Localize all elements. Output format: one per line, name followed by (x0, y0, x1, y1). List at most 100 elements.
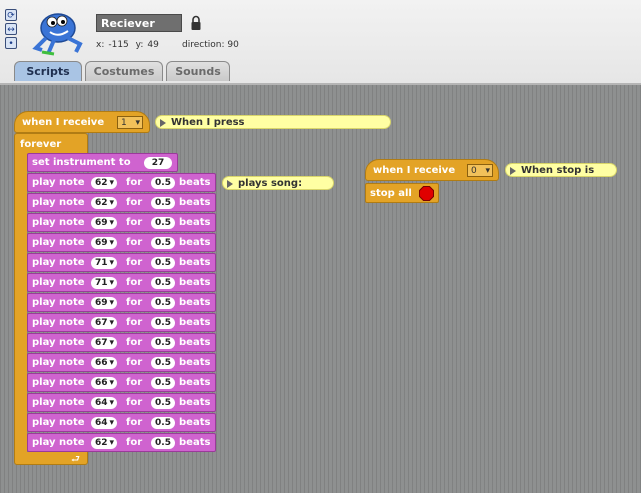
comment-note[interactable]: When I press (155, 115, 391, 129)
play-note-label: play note (32, 177, 85, 188)
play-note-block[interactable]: play note 66 for 0.5 beats (27, 373, 216, 392)
play-note-label: play note (32, 197, 85, 208)
note-dropdown[interactable]: 62 (91, 177, 117, 189)
play-note-block[interactable]: play note 69 for 0.5 beats (27, 233, 216, 252)
for-label: for (126, 437, 143, 448)
beats-field[interactable]: 0.5 (151, 397, 175, 409)
loop-arrow-icon: ⮐ (71, 454, 80, 465)
play-note-block[interactable]: play note 62 for 0.5 beats (27, 193, 216, 212)
sprite-header: ⟳ ↔ • Reciever x: -115 y: 49 direction: 90… (0, 0, 641, 83)
note-dropdown[interactable]: 66 (91, 377, 117, 389)
note-dropdown[interactable]: 66 (91, 357, 117, 369)
beats-label: beats (179, 277, 211, 288)
when-i-receive-hat-block-2[interactable]: when I receive 0 (365, 159, 499, 181)
for-label: for (126, 397, 143, 408)
beats-field[interactable]: 0.5 (151, 337, 175, 349)
beats-field[interactable]: 0.5 (151, 177, 175, 189)
for-label: for (126, 277, 143, 288)
play-note-block[interactable]: play note 62 for 0.5 beats (27, 433, 216, 452)
play-note-label: play note (32, 397, 85, 408)
set-instrument-block[interactable]: set instrument to 27 (27, 153, 178, 172)
note-dropdown[interactable]: 67 (91, 317, 117, 329)
play-note-label: play note (32, 277, 85, 288)
play-note-label: play note (32, 377, 85, 388)
collapse-triangle-icon[interactable] (510, 167, 516, 175)
message-dropdown[interactable]: 0 (467, 164, 493, 178)
comment-note-song[interactable]: plays song: (222, 176, 334, 190)
play-note-label: play note (32, 297, 85, 308)
beats-label: beats (179, 437, 211, 448)
instrument-field[interactable]: 27 (144, 157, 172, 169)
play-note-block[interactable]: play note 69 for 0.5 beats (27, 213, 216, 232)
beats-field[interactable]: 0.5 (151, 377, 175, 389)
message-dropdown[interactable]: 1 (117, 116, 143, 130)
note-dropdown[interactable]: 64 (91, 397, 117, 409)
play-note-label: play note (32, 237, 85, 248)
beats-label: beats (179, 177, 211, 188)
beats-field[interactable]: 0.5 (151, 277, 175, 289)
play-note-block[interactable]: play note 64 for 0.5 beats (27, 393, 216, 412)
note-dropdown[interactable]: 62 (91, 197, 117, 209)
lock-icon[interactable] (190, 15, 202, 31)
play-note-block[interactable]: play note 67 for 0.5 beats (27, 313, 216, 332)
sprite-thumbnail[interactable] (28, 8, 84, 56)
tab-sounds[interactable]: Sounds (166, 61, 230, 81)
collapse-triangle-icon[interactable] (227, 180, 233, 188)
beats-label: beats (179, 337, 211, 348)
note-dropdown[interactable]: 69 (91, 237, 117, 249)
play-note-block[interactable]: play note 67 for 0.5 beats (27, 333, 216, 352)
stop-all-block[interactable]: stop all (365, 183, 439, 203)
beats-label: beats (179, 257, 211, 268)
play-note-block[interactable]: play note 66 for 0.5 beats (27, 353, 216, 372)
beats-field[interactable]: 0.5 (151, 237, 175, 249)
rotate-can-rotate-icon[interactable]: ⟳ (5, 9, 17, 21)
for-label: for (126, 317, 143, 328)
play-note-block[interactable]: play note 69 for 0.5 beats (27, 293, 216, 312)
beats-label: beats (179, 397, 211, 408)
beats-field[interactable]: 0.5 (151, 297, 175, 309)
note-dropdown[interactable]: 71 (91, 257, 117, 269)
rotate-left-right-icon[interactable]: ↔ (5, 23, 17, 35)
play-note-block[interactable]: play note 71 for 0.5 beats (27, 253, 216, 272)
rotate-dont-rotate-icon[interactable]: • (5, 37, 17, 49)
beats-field[interactable]: 0.5 (151, 257, 175, 269)
note-dropdown[interactable]: 62 (91, 437, 117, 449)
beats-field[interactable]: 0.5 (151, 317, 175, 329)
beats-field[interactable]: 0.5 (151, 357, 175, 369)
note-dropdown[interactable]: 69 (91, 297, 117, 309)
comment-note-stop[interactable]: When stop is (505, 163, 617, 177)
play-note-block[interactable]: play note 64 for 0.5 beats (27, 413, 216, 432)
x-value: -115 (108, 40, 129, 50)
sprite-name-field[interactable]: Reciever (96, 14, 182, 32)
for-label: for (126, 417, 143, 428)
note-dropdown[interactable]: 64 (91, 417, 117, 429)
rotation-style-buttons: ⟳ ↔ • (5, 9, 19, 51)
beats-label: beats (179, 377, 211, 388)
note-dropdown[interactable]: 71 (91, 277, 117, 289)
play-note-label: play note (32, 437, 85, 448)
beats-label: beats (179, 217, 211, 228)
y-value: 49 (147, 40, 159, 50)
stop-sign-icon (419, 186, 434, 201)
play-note-label: play note (32, 257, 85, 268)
note-dropdown[interactable]: 69 (91, 217, 117, 229)
note-dropdown[interactable]: 67 (91, 337, 117, 349)
for-label: for (126, 177, 143, 188)
for-label: for (126, 337, 143, 348)
beats-field[interactable]: 0.5 (151, 437, 175, 449)
for-label: for (126, 217, 143, 228)
tab-scripts[interactable]: Scripts (14, 61, 82, 81)
beats-field[interactable]: 0.5 (151, 217, 175, 229)
when-i-receive-hat-block[interactable]: when I receive 1 (14, 111, 150, 133)
for-label: for (126, 257, 143, 268)
beats-field[interactable]: 0.5 (151, 417, 175, 429)
set-instrument-label: set instrument to (32, 157, 131, 168)
play-note-block[interactable]: play note 71 for 0.5 beats (27, 273, 216, 292)
play-note-block[interactable]: play note 62 for 0.5 beats (27, 173, 216, 192)
tab-costumes[interactable]: Costumes (85, 61, 163, 81)
collapse-triangle-icon[interactable] (160, 119, 166, 127)
beats-field[interactable]: 0.5 (151, 197, 175, 209)
x-label: x: (96, 40, 105, 50)
beats-label: beats (179, 357, 211, 368)
hat-label: when I receive (22, 117, 105, 128)
